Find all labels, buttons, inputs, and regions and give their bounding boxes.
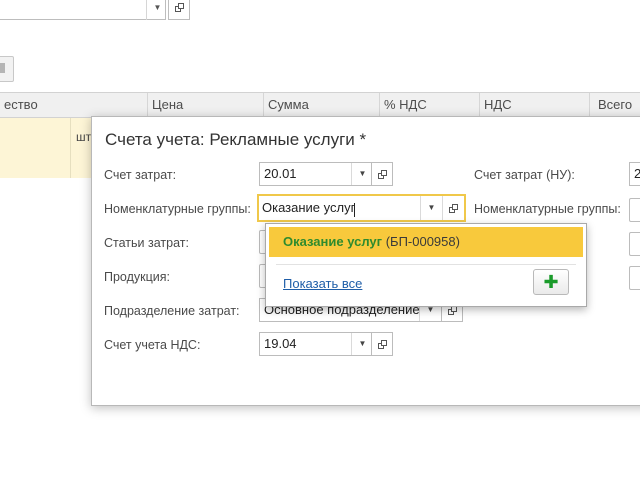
cost-division-label: Подразделение затрат: xyxy=(104,304,240,318)
cost-account-nu-field[interactable]: 2 xyxy=(629,162,640,186)
dialog-title: Счета учета: Рекламные услуги * xyxy=(105,130,367,149)
autocomplete-option[interactable]: Оказание услуг (БП-000958) xyxy=(269,227,583,257)
cost-account-field[interactable]: 20.01 ▼ xyxy=(259,162,374,186)
vat-account-label: Счет учета НДС: xyxy=(104,338,201,352)
open-window-icon xyxy=(377,339,387,349)
nomenclature-groups-dropdown-button[interactable]: ▼ xyxy=(420,196,442,220)
column-header-vat-rate[interactable]: % НДС xyxy=(380,93,480,117)
column-header-vat[interactable]: НДС xyxy=(480,93,590,117)
cost-items-label: Статьи затрат: xyxy=(104,236,189,250)
open-window-icon xyxy=(174,2,184,12)
cost-account-open-button[interactable] xyxy=(371,162,393,186)
vat-account-value: 19.04 xyxy=(264,336,297,351)
cost-account-nu-value: 2 xyxy=(634,166,640,181)
unit-cell-text: шт xyxy=(76,130,92,144)
chevron-down-icon: ▼ xyxy=(358,339,367,348)
cost-account-value: 20.01 xyxy=(264,166,297,181)
vat-account-field[interactable]: 19.04 ▼ xyxy=(259,332,374,356)
show-all-link[interactable]: Показать все xyxy=(283,276,362,291)
column-header-sum[interactable]: Сумма xyxy=(264,93,380,117)
right-nomenclature-groups-label: Номенклатурные группы: xyxy=(474,202,621,216)
open-window-icon xyxy=(377,169,387,179)
cost-account-label: Счет затрат: xyxy=(104,168,177,182)
nomenclature-groups-open-button[interactable] xyxy=(442,196,464,220)
nomenclature-groups-label: Номенклатурные группы: xyxy=(104,202,251,216)
column-header-total[interactable]: Всего xyxy=(590,93,640,117)
chevron-down-icon: ▼ xyxy=(153,2,162,12)
open-window-icon xyxy=(449,203,458,213)
background-dropdown-button[interactable]: ▼ xyxy=(146,0,168,20)
cost-account-nu-label: Счет затрат (НУ): xyxy=(474,168,575,182)
plus-icon: ✚ xyxy=(543,272,559,292)
nomenclature-groups-value: Оказание услуг xyxy=(262,200,356,215)
popup-divider xyxy=(276,264,576,265)
nomenclature-groups-field[interactable]: Оказание услуг ▼ xyxy=(257,194,466,222)
document-icon xyxy=(0,63,5,73)
add-button[interactable]: ✚ xyxy=(533,269,569,295)
products-label: Продукция: xyxy=(104,270,171,284)
text-cursor xyxy=(354,203,355,217)
vat-account-open-button[interactable] xyxy=(371,332,393,356)
background-toolbar-button[interactable] xyxy=(0,56,14,82)
column-header-quantity[interactable]: ество xyxy=(0,93,148,117)
autocomplete-popup: Оказание услуг (БП-000958) Показать все … xyxy=(265,223,587,307)
background-open-button[interactable] xyxy=(168,0,190,20)
table-header: ество Цена Сумма % НДС НДС Всего xyxy=(0,92,640,118)
right-cost-items-field[interactable] xyxy=(629,232,640,256)
cost-account-dropdown-button[interactable]: ▼ xyxy=(351,163,373,185)
vat-account-dropdown-button[interactable]: ▼ xyxy=(351,333,373,355)
right-products-field[interactable] xyxy=(629,266,640,290)
chevron-down-icon: ▼ xyxy=(358,169,367,178)
background-select-field[interactable] xyxy=(0,0,166,20)
right-nomenclature-groups-field[interactable] xyxy=(629,198,640,222)
chevron-down-icon: ▼ xyxy=(427,203,436,212)
column-header-price[interactable]: Цена xyxy=(148,93,264,117)
option-code-text: (БП-000958) xyxy=(382,234,460,249)
option-match-text: Оказание услуг xyxy=(283,234,383,249)
